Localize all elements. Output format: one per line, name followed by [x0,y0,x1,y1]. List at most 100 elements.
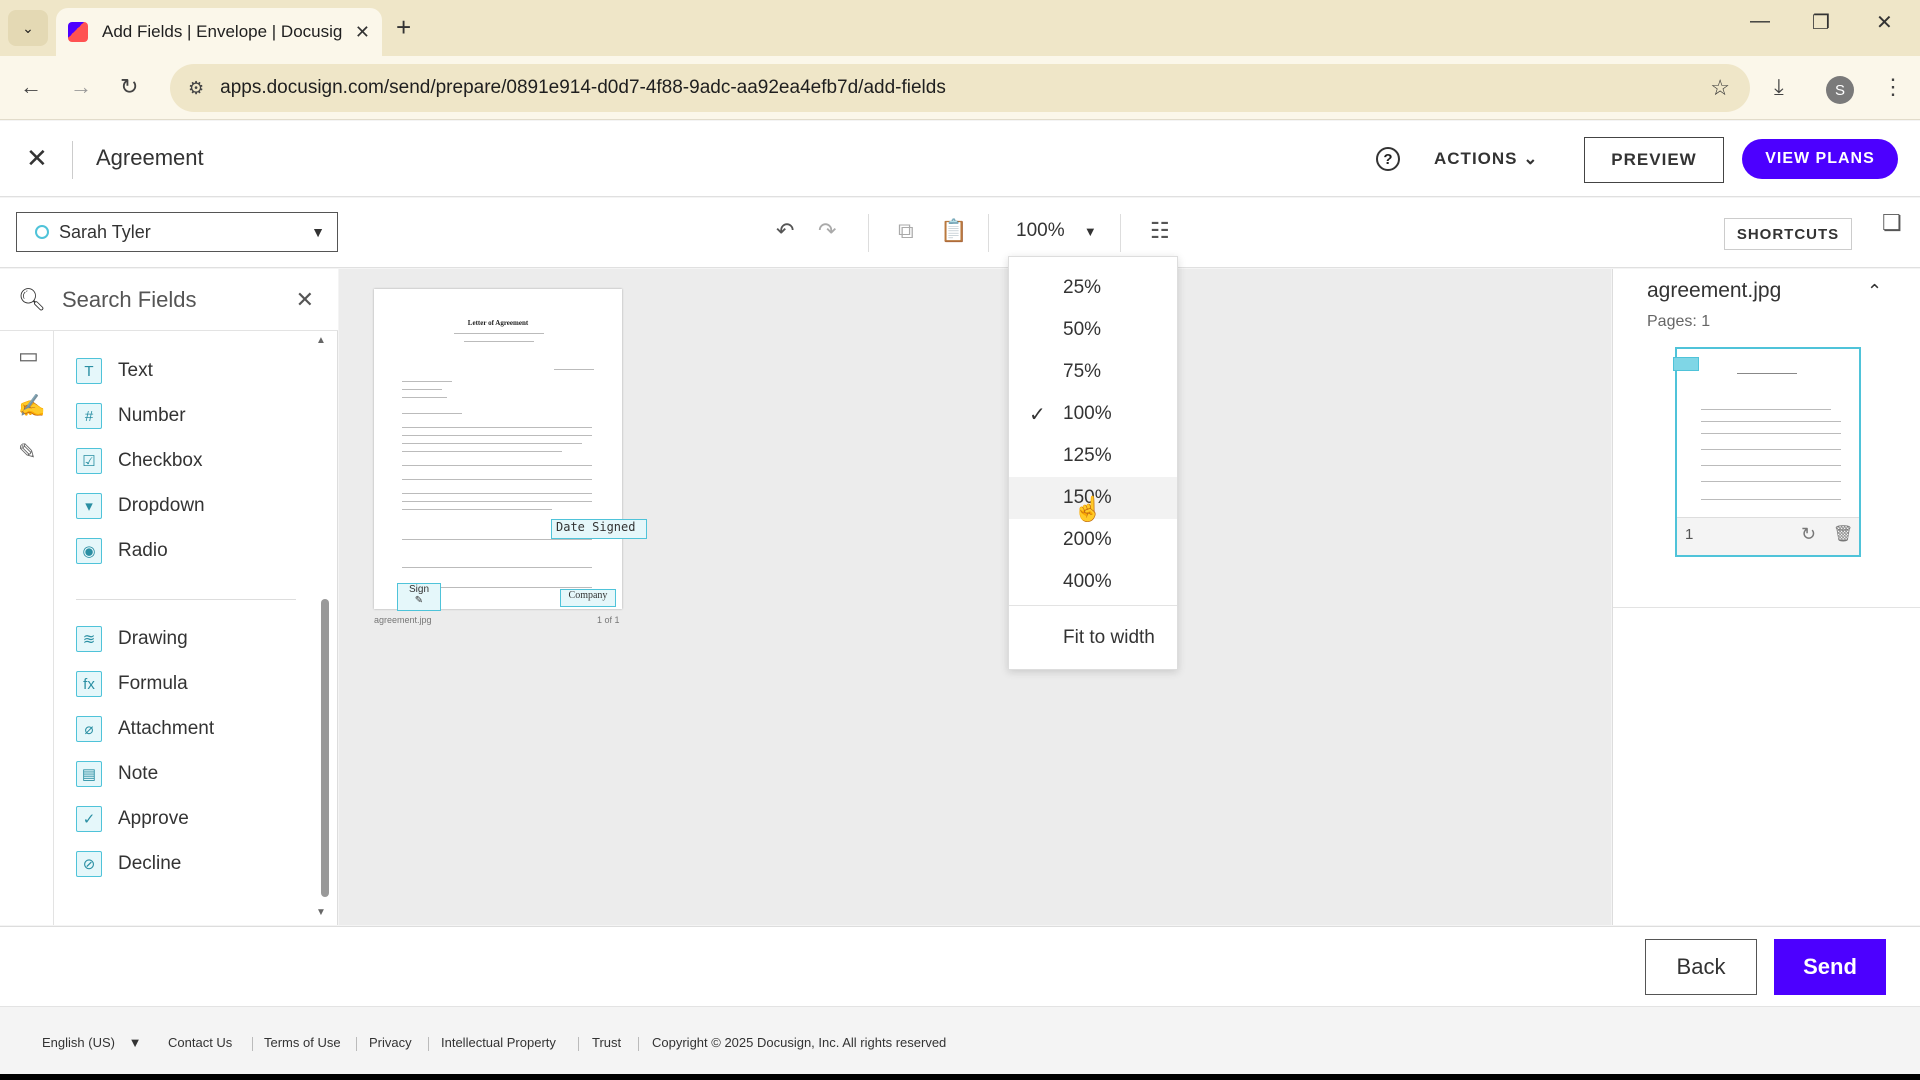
field-label: Text [118,360,153,381]
close-window-icon[interactable]: ✕ [1876,10,1893,35]
more-menu-icon[interactable]: ⋮ [1882,74,1904,100]
field-decline[interactable]: ⊘ Decline [76,848,181,880]
trash-icon[interactable]: 🗑︎ [1833,524,1853,544]
thumb-line [1701,465,1841,466]
text-line [402,539,592,540]
undo-icon[interactable]: ↶ [776,218,794,244]
text-line [402,435,592,436]
field-radio[interactable]: ◉ Radio [76,535,168,567]
sign-tag-label: Sign [408,584,429,595]
signature-tab-icon[interactable]: ✍ [18,393,45,419]
field-label: Radio [118,540,168,561]
panel-divider [1613,607,1920,608]
field-dropdown[interactable]: ▾ Dropdown [76,490,205,522]
view-plans-button[interactable]: VIEW PLANS [1742,139,1898,179]
page-thumbnail[interactable]: 1 ↻ 🗑︎ [1673,347,1861,557]
zoom-dropdown-menu: 25% 50% 75% ✓ 100% 125% 150% 200% 400% F… [1008,256,1178,670]
help-icon[interactable]: ? [1376,147,1400,171]
thumb-line [1701,481,1841,482]
clear-search-icon[interactable]: ✕ [296,287,314,313]
search-fields-input[interactable] [61,286,292,313]
field-label: Attachment [118,718,215,739]
zoom-option-125[interactable]: 125% [1009,435,1177,477]
paste-icon[interactable]: 📋 [940,218,967,244]
scroll-down-icon[interactable]: ▼ [316,907,326,918]
trust-link[interactable]: Trust [592,1035,621,1050]
back-button[interactable]: Back [1645,939,1757,995]
company-tag[interactable]: Company [560,589,616,607]
zoom-option-400[interactable]: 400% [1009,561,1177,603]
reload-icon[interactable]: ↻ [120,74,138,100]
minimize-icon[interactable]: — [1750,10,1770,33]
actions-menu[interactable]: ACTIONS ⌄ [1434,149,1538,169]
date-signed-tag[interactable]: Date Signed [551,519,647,539]
field-label: Checkbox [118,450,203,471]
header-divider [72,141,73,179]
field-checkbox[interactable]: ☑ Checkbox [76,445,203,477]
fields-tab-icon[interactable]: ▭ [18,343,39,369]
language-selector[interactable]: English (US) ▼ [42,1035,141,1050]
docusign-favicon-icon [68,22,88,42]
documents-panel-icon[interactable]: ❏ [1882,210,1902,236]
close-tab-icon[interactable]: ✕ [355,22,370,43]
pencil-icon[interactable]: ✎ [18,439,36,465]
redo-icon[interactable]: ↷ [818,218,836,244]
recipient-flag [1673,357,1699,371]
field-number[interactable]: # Number [76,400,186,432]
zoom-selector[interactable]: 100% ▼ [1016,220,1097,242]
new-tab-icon[interactable]: + [396,12,411,43]
field-text[interactable]: T Text [76,355,153,387]
zoom-option-25[interactable]: 25% [1009,267,1177,309]
forward-arrow-icon[interactable]: → [70,74,92,100]
site-settings-icon[interactable]: ⚙ [188,78,204,99]
copy-icon[interactable]: ⧉ [898,218,914,244]
zoom-option-fit-to-width[interactable]: Fit to width [1009,617,1177,659]
back-arrow-icon[interactable]: ← [20,74,42,100]
footer-divider [638,1037,639,1051]
shortcuts-button[interactable]: SHORTCUTS [1724,218,1852,250]
preview-button[interactable]: PREVIEW [1584,137,1724,183]
thumbnail-toolbar: 1 ↻ 🗑︎ [1677,517,1859,555]
contact-us-link[interactable]: Contact Us [168,1035,232,1050]
recipient-selector[interactable]: Sarah Tyler ▼ [16,212,338,252]
note-field-icon: ▤ [76,761,102,787]
scroll-up-icon[interactable]: ▲ [316,335,326,346]
comments-icon[interactable]: ☷ [1150,218,1170,244]
send-button[interactable]: Send [1774,939,1886,995]
zoom-option-75[interactable]: 75% [1009,351,1177,393]
footer-divider [356,1037,357,1051]
intellectual-property-link[interactable]: Intellectual Property [441,1035,556,1050]
field-formula[interactable]: fx Formula [76,668,188,700]
zoom-option-100[interactable]: ✓ 100% [1009,393,1177,435]
terms-of-use-link[interactable]: Terms of Use [264,1035,341,1050]
field-drawing[interactable]: ≋ Drawing [76,623,188,655]
checkmark-icon: ✓ [1029,403,1046,426]
field-approve[interactable]: ✓ Approve [76,803,189,835]
sign-tag[interactable]: Sign ✎ [397,583,441,611]
editor-toolbar: Sarah Tyler ▼ ↶ ↷ ⧉ 📋 100% ▼ ☷ SHORTCUTS… [0,198,1920,268]
url-text: apps.docusign.com/send/prepare/0891e914-… [220,77,946,98]
text-line [402,397,447,398]
close-icon[interactable]: ✕ [26,143,48,174]
document-page[interactable]: Letter of Agreement [374,289,622,609]
url-bar[interactable]: ⚙ apps.docusign.com/send/prepare/0891e91… [170,64,1750,112]
thumbnail-page-number: 1 [1685,526,1694,543]
restore-icon[interactable]: ❐ [1812,10,1830,35]
bookmark-star-icon[interactable]: ☆ [1710,75,1730,101]
radio-field-icon: ◉ [76,538,102,564]
chevron-down-icon: ⌄ [22,19,34,36]
fields-scrollbar[interactable] [321,599,329,897]
field-note[interactable]: ▤ Note [76,758,158,790]
zoom-option-50[interactable]: 50% [1009,309,1177,351]
privacy-link[interactable]: Privacy [369,1035,412,1050]
recipient-name: Sarah Tyler [59,221,151,242]
chevron-up-icon[interactable]: ⌃ [1867,281,1882,302]
tab-list-button[interactable]: ⌄ [8,10,48,46]
rotate-icon[interactable]: ↻ [1801,524,1816,545]
zoom-option-200[interactable]: 200% [1009,519,1177,561]
download-icon[interactable]: ⤓ [1774,74,1784,100]
profile-avatar[interactable]: S [1826,76,1854,104]
search-icon: 🔍︎ [18,286,46,312]
browser-tab[interactable]: Add Fields | Envelope | Docusig ✕ [56,8,382,56]
field-attachment[interactable]: ⌀ Attachment [76,713,214,745]
